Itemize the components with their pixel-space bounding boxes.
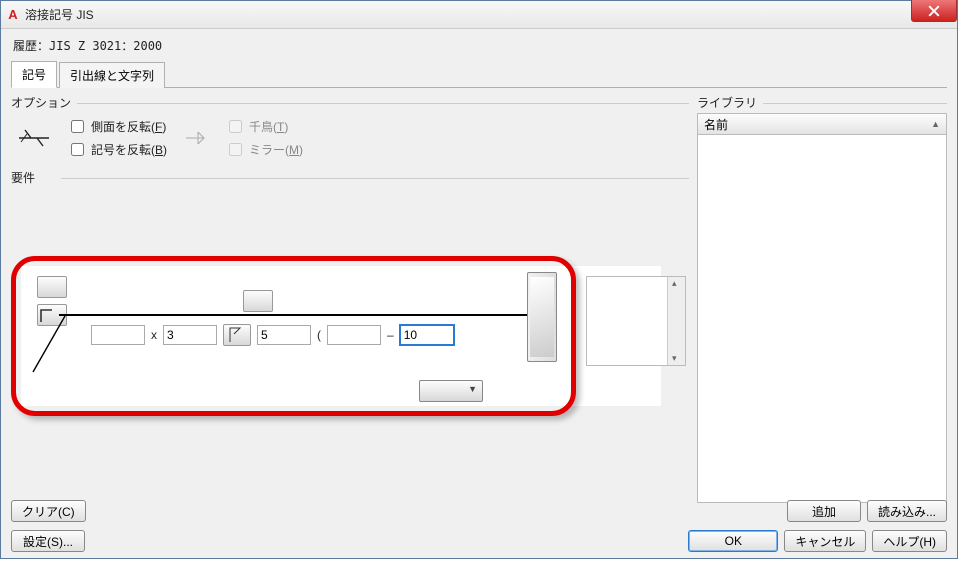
library-list[interactable] — [697, 135, 947, 503]
close-button[interactable] — [911, 0, 957, 22]
finish-dropdown[interactable] — [419, 380, 483, 402]
tab-leader-text[interactable]: 引出線と文字列 — [59, 62, 165, 88]
param-d-input[interactable] — [327, 325, 381, 345]
leader-line-icon — [29, 314, 69, 374]
flag-button[interactable] — [223, 324, 251, 346]
tab-symbol[interactable]: 記号 — [11, 61, 57, 88]
library-header[interactable]: 名前 ▲ — [697, 113, 947, 135]
dash-label: – — [387, 328, 394, 342]
paren-open: ( — [317, 328, 321, 342]
clear-button[interactable]: クリア(C) — [11, 500, 86, 522]
tab-bar: 記号 引出線と文字列 — [11, 60, 947, 88]
close-icon — [928, 5, 940, 17]
chidori-checkbox: 千鳥(T) — [225, 117, 303, 136]
weld-symbol-dialog: A 溶接記号 JIS 履歴：JIS Z 3021：2000 記号 引出線と文字列… — [0, 0, 958, 559]
dialog-content: 履歴：JIS Z 3021：2000 記号 引出線と文字列 オプション 側面を反… — [1, 29, 957, 558]
window-title: 溶接記号 JIS — [25, 6, 94, 23]
body-area: オプション 側面を反転(F) 記号を反転(B) — [11, 94, 947, 524]
left-column: オプション 側面を反転(F) 記号を反転(B) — [11, 94, 689, 524]
options-group-label: オプション — [11, 94, 689, 111]
weld-canvas: x ( – — [21, 266, 661, 406]
settings-button[interactable]: 設定(S)... — [11, 530, 85, 552]
titlebar: A 溶接記号 JIS — [1, 1, 957, 29]
reference-line — [59, 314, 531, 316]
param-e-input[interactable] — [400, 325, 454, 345]
shape-button-1[interactable] — [37, 276, 67, 298]
add-button[interactable]: 追加 — [787, 500, 861, 522]
options-row: 側面を反転(F) 記号を反転(B) 千鳥(T) — [11, 113, 689, 163]
tail-selector[interactable] — [527, 272, 557, 362]
load-button[interactable]: 読み込み... — [867, 500, 947, 522]
weld-drawing-area: x ( – — [11, 256, 689, 426]
mirror-checkbox: ミラー(M) — [225, 140, 303, 159]
sort-icon[interactable]: ▲ — [931, 119, 940, 129]
param-b-input[interactable] — [163, 325, 217, 345]
direction-arrow-icon — [183, 125, 209, 151]
library-group-label: ライブラリ — [697, 94, 947, 111]
cancel-button[interactable]: キャンセル — [784, 530, 866, 552]
weld-symbol-icon — [17, 123, 51, 153]
flip-side-checkbox[interactable]: 側面を反転(F) — [67, 117, 167, 136]
footer-row-2: 設定(S)... OK キャンセル ヘルプ(H) — [11, 530, 947, 552]
x-label: x — [151, 328, 157, 342]
help-button[interactable]: ヘルプ(H) — [872, 530, 947, 552]
app-icon: A — [5, 7, 21, 23]
note-scrollbar[interactable] — [667, 277, 685, 365]
library-col-name: 名前 — [704, 116, 728, 133]
history-label: 履歴：JIS Z 3021：2000 — [13, 37, 947, 54]
param-a-input[interactable] — [91, 325, 145, 345]
note-field[interactable] — [586, 276, 686, 366]
library-panel: ライブラリ 名前 ▲ — [697, 94, 947, 524]
shape-button-3[interactable] — [243, 290, 273, 312]
flip-symbol-checkbox[interactable]: 記号を反転(B) — [67, 140, 167, 159]
ok-button[interactable]: OK — [688, 530, 778, 552]
footer-row-1: クリア(C) 追加 読み込み... — [11, 500, 947, 522]
param-c-input[interactable] — [257, 325, 311, 345]
requirements-group-label: 要件 — [11, 169, 689, 186]
